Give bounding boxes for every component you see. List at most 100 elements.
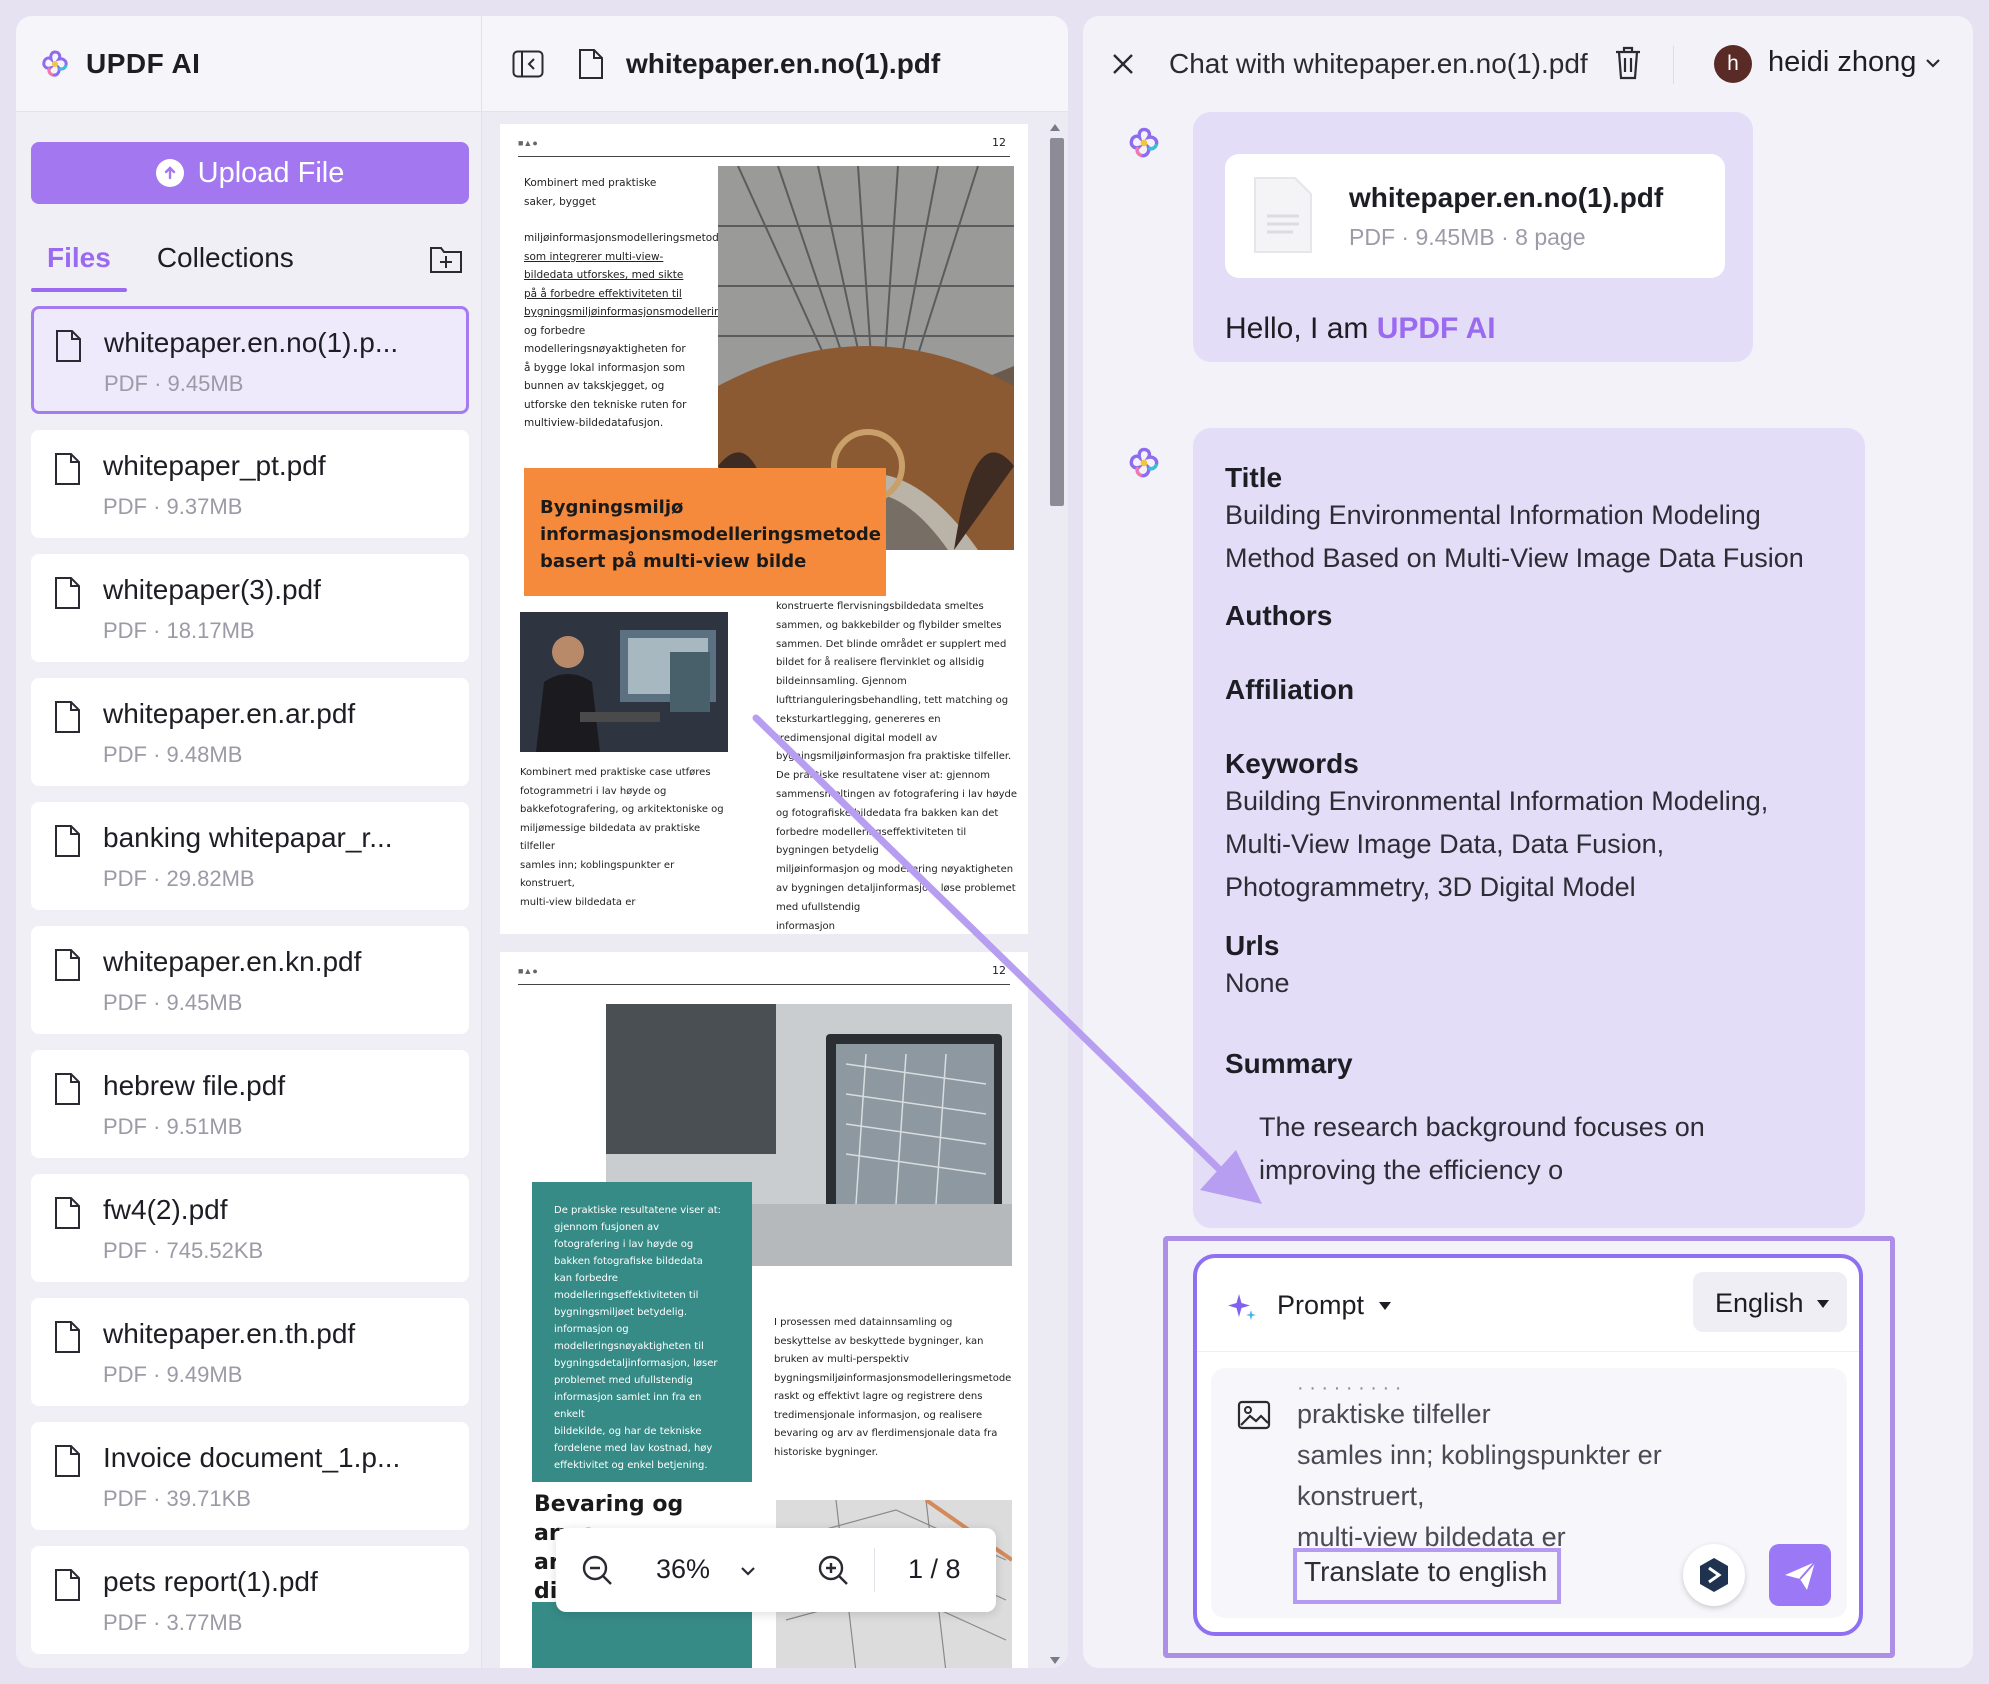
file-name: whitepaper.en.kn.pdf: [103, 946, 362, 977]
document-thumbnail-icon: [1254, 177, 1312, 253]
upload-file-label: Upload File: [197, 156, 345, 189]
file-item[interactable]: whitepaper.en.th.pdf PDF · 9.49MB: [31, 1298, 469, 1406]
file-icon: [55, 1073, 80, 1105]
composer-toolbar: Prompt English: [1197, 1258, 1859, 1352]
file-name: banking whitepapar_r...: [103, 822, 393, 853]
right-column-text: I prosessen med datainnsamling og beskyt…: [774, 1317, 1012, 1458]
file-icon: [55, 1569, 80, 1601]
response-heading: Title: [1225, 462, 1283, 493]
prompt-dropdown-caret-icon[interactable]: [1379, 1302, 1391, 1310]
file-meta: PDF · 9.49MB: [103, 1362, 243, 1387]
intro-text: Kombinert med praktiske saker, bygget mi…: [524, 177, 728, 429]
scrollbar-thumb[interactable]: [1050, 138, 1064, 506]
file-name: whitepaper.en.th.pdf: [103, 1318, 356, 1349]
user-name[interactable]: heidi zhong: [1768, 46, 1916, 79]
welcome-message: whitepaper.en.no(1).pdf PDF · 9.45MB · 8…: [1193, 112, 1753, 362]
page-number: 12: [992, 136, 1006, 149]
file-item[interactable]: pets report(1).pdf PDF · 3.77MB: [31, 1546, 469, 1654]
files-sidebar: UPDF AI Upload File Files Collections wh…: [16, 16, 482, 1668]
page-indicator[interactable]: 1 / 8: [908, 1554, 961, 1585]
ai-tools-button[interactable]: [1683, 1544, 1745, 1606]
page-marks: ■▲●: [518, 966, 538, 976]
file-name: whitepaper(3).pdf: [103, 574, 321, 605]
file-meta: PDF · 9.45MB: [104, 371, 244, 396]
file-icon: [55, 453, 80, 485]
file-item[interactable]: Invoice document_1.p... PDF · 39.71KB: [31, 1422, 469, 1530]
file-item[interactable]: whitepaper.en.no(1).p... PDF · 9.45MB: [31, 306, 469, 414]
engineer-photo: [520, 612, 728, 752]
file-icon: [55, 701, 80, 733]
toolbar-divider: [874, 1548, 875, 1592]
image-caption: Kombinert med praktiske case utføres fot…: [520, 767, 724, 908]
file-list: whitepaper.en.no(1).p... PDF · 9.45MB wh…: [31, 306, 469, 1668]
response-value: None: [1225, 968, 1290, 998]
page-marks: ■▲●: [518, 138, 538, 148]
file-meta: PDF · 39.71KB: [103, 1486, 251, 1511]
page-rule: [518, 156, 1010, 157]
pdf-page[interactable]: ■▲● 12 Kombinert med praktiske saker, by…: [500, 124, 1028, 934]
close-icon[interactable]: [1111, 52, 1135, 76]
image-upload-icon[interactable]: [1237, 1400, 1271, 1430]
response-heading: Authors: [1225, 600, 1333, 631]
pdf-viewer: whitepaper.en.no(1).pdf ■▲● 12 Kombinert…: [482, 16, 1068, 1668]
file-icon: [55, 1321, 80, 1353]
scroll-up-icon[interactable]: [1050, 124, 1060, 131]
file-meta: PDF · 9.48MB: [103, 742, 243, 767]
ai-tools-icon: [1700, 1558, 1728, 1592]
typed-instruction[interactable]: Translate to english: [1304, 1556, 1547, 1588]
response-value: Building Environmental Information Model…: [1225, 786, 1769, 902]
chevron-down-icon[interactable]: [1925, 58, 1941, 68]
brand-name: UPDF AI: [86, 47, 201, 79]
zoom-in-icon[interactable]: [818, 1555, 850, 1587]
response-value: Building Environmental Information Model…: [1225, 500, 1804, 573]
collapse-sidebar-icon[interactable]: [512, 50, 544, 78]
file-icon: [55, 825, 80, 857]
file-item[interactable]: banking whitepapar_r... PDF · 29.82MB: [31, 802, 469, 910]
zoom-toolbar: 36% 1 / 8: [556, 1528, 996, 1612]
file-meta: PDF · 9.37MB: [103, 494, 243, 519]
scroll-down-icon[interactable]: [1050, 1657, 1060, 1664]
language-caret-icon: [1817, 1300, 1829, 1308]
file-icon: [55, 1445, 80, 1477]
file-item[interactable]: whitepaper.en.ar.pdf PDF · 9.48MB: [31, 678, 469, 786]
upload-icon: [155, 159, 184, 187]
zoom-dropdown-chevron-icon[interactable]: [740, 1566, 756, 1576]
viewer-scrollbar[interactable]: [1046, 124, 1064, 1664]
avatar[interactable]: h: [1714, 45, 1752, 83]
page-number: 12: [992, 964, 1006, 977]
zoom-out-icon[interactable]: [582, 1555, 614, 1587]
language-select[interactable]: English: [1693, 1272, 1847, 1332]
chat-title: Chat with whitepaper.en.no(1).pdf: [1169, 48, 1588, 79]
tab-collections[interactable]: Collections: [141, 234, 310, 292]
viewer-header: whitepaper.en.no(1).pdf: [482, 16, 1068, 112]
file-meta: PDF · 3.77MB: [103, 1610, 243, 1635]
pasted-text: · · · · · · · · · praktiske tilfeller sa…: [1297, 1377, 1662, 1552]
file-name: pets report(1).pdf: [103, 1566, 318, 1597]
viewer-title: whitepaper.en.no(1).pdf: [626, 47, 941, 79]
trash-icon[interactable]: [1614, 46, 1642, 80]
prompt-mode-label[interactable]: Prompt: [1277, 1290, 1364, 1321]
attached-file-card[interactable]: whitepaper.en.no(1).pdf PDF · 9.45MB · 8…: [1225, 154, 1725, 278]
file-item[interactable]: whitepaper(3).pdf PDF · 18.17MB: [31, 554, 469, 662]
send-icon: [1785, 1561, 1816, 1590]
upload-file-button[interactable]: Upload File: [31, 142, 469, 204]
file-icon: [55, 1197, 80, 1229]
zoom-level[interactable]: 36%: [656, 1554, 710, 1585]
file-item[interactable]: whitepaper_pt.pdf PDF · 9.37MB: [31, 430, 469, 538]
response-heading: Affiliation: [1225, 674, 1355, 705]
file-item[interactable]: hebrew file.pdf PDF · 9.51MB: [31, 1050, 469, 1158]
tab-files[interactable]: Files: [31, 234, 127, 292]
file-name: hebrew file.pdf: [103, 1070, 286, 1101]
highlight-text-box: De praktiske resultatene viser at: gjenn…: [532, 1182, 752, 1482]
file-meta: PDF · 29.82MB: [103, 866, 255, 891]
new-folder-icon[interactable]: [429, 244, 463, 274]
ai-avatar-icon: [1129, 447, 1159, 478]
file-meta: PDF · 745.52KB: [103, 1238, 264, 1263]
file-item[interactable]: fw4(2).pdf PDF · 745.52KB: [31, 1174, 469, 1282]
attached-file-name: whitepaper.en.no(1).pdf: [1349, 182, 1664, 213]
file-item[interactable]: whitepaper.en.kn.pdf PDF · 9.45MB: [31, 926, 469, 1034]
send-button[interactable]: [1769, 1544, 1831, 1606]
language-label: English: [1715, 1288, 1804, 1318]
response-heading: Urls: [1225, 930, 1280, 961]
file-icon: [56, 330, 81, 362]
